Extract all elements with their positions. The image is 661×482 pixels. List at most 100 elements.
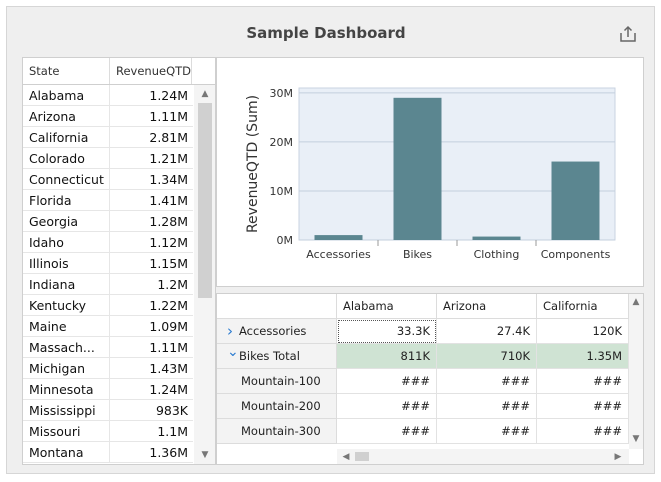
grid-panel: State RevenueQTD... Alabama 1.24M Arizona 1… [22, 57, 216, 465]
y-tick-label: 0M [277, 234, 294, 247]
pivot-horizontal-scrollbar[interactable]: ◀ ▶ [337, 449, 629, 464]
table-row[interactable]: Illinois 1.15M [23, 253, 193, 274]
table-row[interactable]: Alabama 1.24M [23, 85, 193, 106]
y-tick-label: 30M [270, 87, 294, 100]
state-cell: Georgia [29, 214, 79, 229]
scroll-right-icon[interactable]: ▶ [611, 450, 625, 464]
table-row[interactable]: Minnesota 1.24M [23, 379, 193, 400]
revenue-cell: 1.34M [149, 172, 188, 187]
export-button[interactable] [618, 24, 638, 44]
state-cell: Colorado [29, 151, 85, 166]
pivot-column-header[interactable]: Alabama [337, 294, 437, 319]
table-row[interactable]: Florida 1.41M [23, 190, 193, 211]
chevron-down-icon[interactable]: ⌄ [227, 344, 239, 365]
state-cell: Kentucky [29, 298, 87, 313]
pivot-vertical-scrollbar[interactable]: ▲ ▼ [629, 294, 643, 449]
table-row[interactable]: Kentucky 1.22M [23, 295, 193, 316]
revenue-cell: 1.21M [149, 151, 188, 166]
bar [393, 97, 442, 240]
grid-vertical-scrollbar[interactable]: ▲ ▼ [194, 85, 215, 464]
revenue-cell: 1.41M [149, 193, 188, 208]
y-tick-label: 20M [270, 136, 294, 149]
pivot-row-label: Mountain-300 [241, 424, 321, 438]
pivot-cell[interactable]: ### [337, 369, 437, 394]
pivot-cell[interactable]: 811K [337, 344, 437, 369]
bar [314, 235, 363, 240]
table-row[interactable]: Indiana 1.2M [23, 274, 193, 295]
x-tick-label: Clothing [474, 248, 520, 261]
pivot-cell[interactable]: ### [437, 369, 537, 394]
table-row[interactable]: Georgia 1.28M [23, 211, 193, 232]
chevron-right-icon[interactable]: › [227, 319, 233, 343]
scroll-up-icon[interactable]: ▲ [198, 87, 212, 101]
column-header-revenue[interactable]: RevenueQTD... [110, 58, 192, 84]
state-cell: Montana [29, 445, 84, 460]
scroll-up-icon[interactable]: ▲ [629, 295, 643, 309]
table-row[interactable]: California 2.81M [23, 127, 193, 148]
pivot-column-header[interactable]: Arizona [437, 294, 537, 319]
state-cell: Minnesota [29, 382, 94, 397]
pivot-cell[interactable]: 33.3K [337, 319, 437, 344]
pivot-cell[interactable]: 27.4K [437, 319, 537, 344]
pivot-cell[interactable]: ### [537, 419, 629, 444]
pivot-cell[interactable]: ### [337, 419, 437, 444]
pivot-row-header[interactable]: › Accessories [217, 319, 337, 344]
state-cell: Mississippi [29, 403, 96, 418]
state-cell: Indiana [29, 277, 76, 292]
revenue-cell: 1.1M [157, 424, 188, 439]
pivot-column-header[interactable]: California [537, 294, 629, 319]
revenue-cell: 1.11M [149, 109, 188, 124]
pivot-cell[interactable]: 710K [437, 344, 537, 369]
pivot-panel: ▲ ▼ ◀ ▶ Alabama Arizona California › Accesso… [216, 293, 644, 465]
table-row[interactable]: Missouri 1.1M [23, 421, 193, 442]
chart-panel: 0M 10M 20M 30M Accessories Bikes Clothing Compo… [216, 57, 644, 287]
bar [551, 161, 600, 240]
scrollbar-thumb[interactable] [198, 103, 212, 298]
bar-chart: 0M 10M 20M 30M Accessories Bikes Clothing Compo… [245, 87, 616, 261]
bar [472, 236, 521, 240]
table-row[interactable]: Montana 1.36M [23, 442, 193, 463]
state-cell: Alabama [29, 88, 85, 103]
pivot-row-header: Mountain-100 [217, 369, 337, 394]
scroll-down-icon[interactable]: ▼ [198, 448, 212, 462]
pivot-cell[interactable]: ### [537, 394, 629, 419]
table-row[interactable]: Maine 1.09M [23, 316, 193, 337]
pivot-row-header: Mountain-200 [217, 394, 337, 419]
table-row[interactable]: Idaho 1.12M [23, 232, 193, 253]
table-row[interactable]: Massach... 1.11M [23, 337, 193, 358]
table-row[interactable]: Colorado 1.21M [23, 148, 193, 169]
export-icon [620, 25, 636, 42]
pivot-row-header: Mountain-300 [217, 419, 337, 444]
pivot-row-header[interactable]: ⌄ Bikes Total [217, 344, 337, 369]
pivot-cell[interactable]: ### [337, 394, 437, 419]
state-cell: Massach... [29, 340, 95, 355]
state-cell: California [29, 130, 89, 145]
pivot-row-label: Accessories [239, 324, 307, 338]
revenue-cell: 1.43M [149, 361, 188, 376]
pivot-cell[interactable]: ### [437, 394, 537, 419]
scroll-left-icon[interactable]: ◀ [339, 450, 353, 464]
table-row[interactable]: Mississippi 983K [23, 400, 193, 421]
table-row[interactable]: Arizona 1.11M [23, 106, 193, 127]
state-cell: Illinois [29, 256, 69, 271]
x-tick-label: Components [541, 248, 611, 261]
pivot-cell[interactable]: 1.35M [537, 344, 629, 369]
table-row[interactable]: Connecticut 1.34M [23, 169, 193, 190]
y-axis-title: RevenueQTD (Sum) [245, 95, 261, 233]
revenue-cell: 1.11M [149, 340, 188, 355]
state-cell: Maine [29, 319, 67, 334]
pivot-cell[interactable]: 120K [537, 319, 629, 344]
pivot-row-label: Bikes Total [239, 349, 300, 363]
scrollbar-thumb[interactable] [355, 452, 369, 461]
revenue-cell: 1.24M [149, 382, 188, 397]
scroll-down-icon[interactable]: ▼ [629, 432, 643, 446]
revenue-cell: 1.2M [157, 277, 188, 292]
pivot-row-label: Mountain-200 [241, 399, 321, 413]
column-header-state[interactable]: State [23, 58, 110, 84]
pivot-cell[interactable]: ### [437, 419, 537, 444]
pivot-cell[interactable]: ### [537, 369, 629, 394]
y-tick-label: 10M [270, 185, 294, 198]
table-row[interactable]: Michigan 1.43M [23, 358, 193, 379]
grid-header: State RevenueQTD... [23, 58, 215, 85]
state-cell: Connecticut [29, 172, 104, 187]
